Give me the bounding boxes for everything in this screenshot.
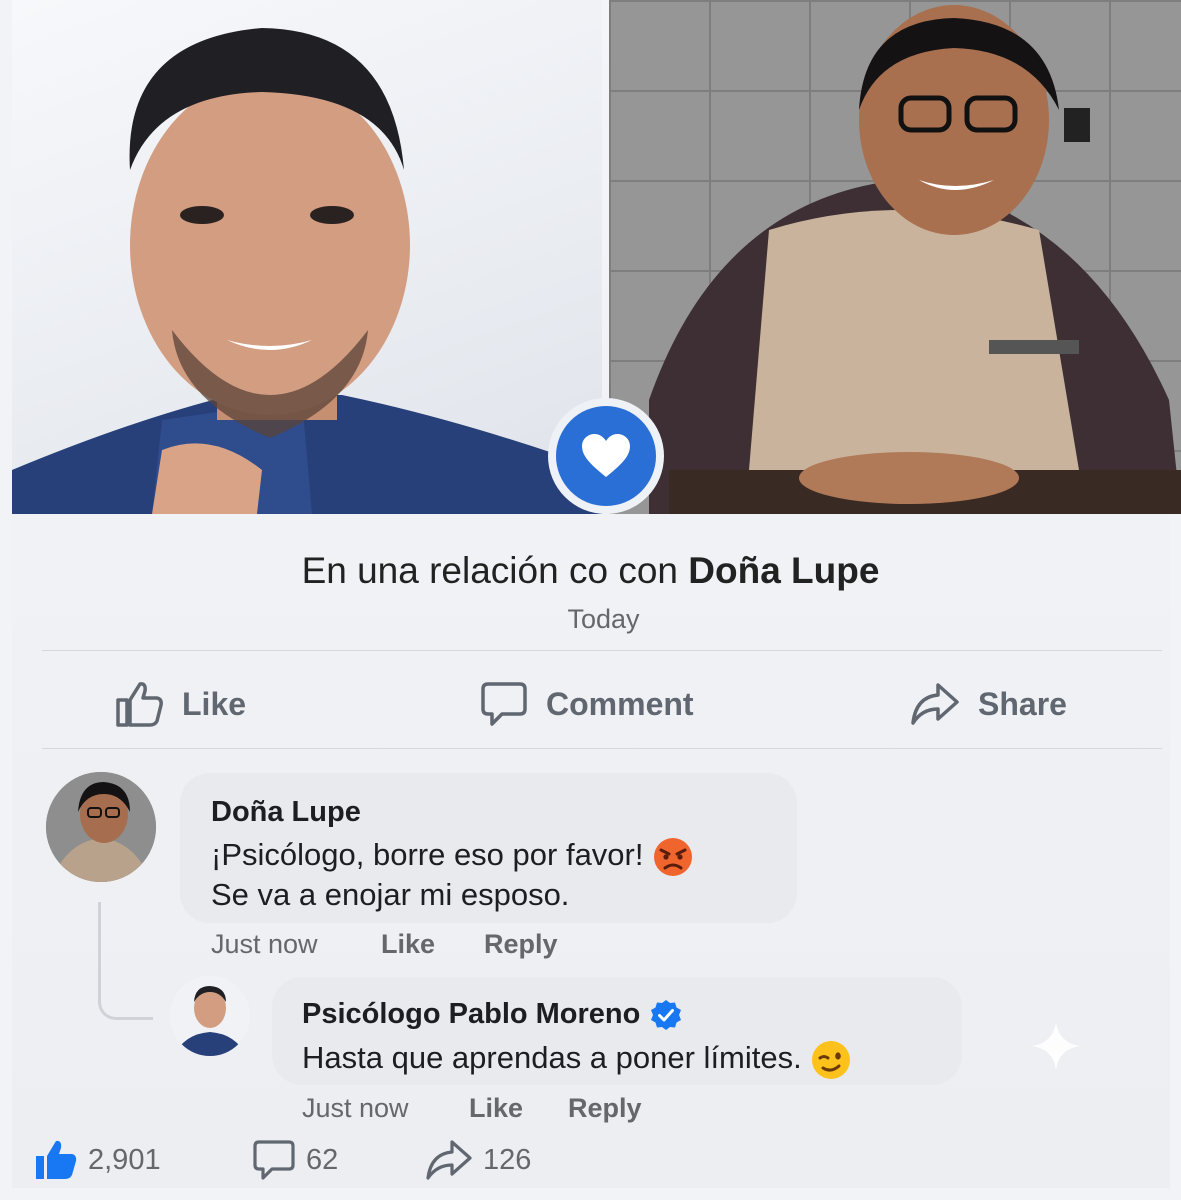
reply-time: Just now bbox=[302, 1093, 409, 1123]
share-icon bbox=[426, 1140, 472, 1180]
share-label: Share bbox=[978, 685, 1067, 722]
post-date: Today bbox=[567, 604, 640, 634]
status-prefix: En una relación co con bbox=[301, 550, 689, 591]
comment-text: ¡Psicólogo, borre eso por favor! bbox=[211, 837, 644, 872]
comment-author[interactable]: Doña Lupe bbox=[211, 796, 361, 829]
share-icon bbox=[911, 683, 959, 725]
comment-button[interactable]: Comment bbox=[480, 668, 694, 740]
reply-thread-line bbox=[98, 902, 153, 1020]
comment-text: Se va a enojar mi esposo. bbox=[211, 877, 570, 912]
heart-icon bbox=[582, 434, 630, 477]
wink-emoji-icon bbox=[812, 1040, 851, 1079]
comment-icon bbox=[481, 682, 527, 726]
shares-stat[interactable]: 126 bbox=[425, 1130, 531, 1190]
reply-like-button[interactable]: Like bbox=[469, 1093, 523, 1124]
avatar-dona-lupe[interactable] bbox=[46, 772, 156, 882]
reply-text-line: Hasta que aprendas a poner límites. bbox=[302, 1037, 852, 1081]
reply-text: Hasta que aprendas a poner límites. bbox=[302, 1040, 802, 1075]
likes-count: 2,901 bbox=[88, 1143, 161, 1176]
reply-author[interactable]: Psicólogo Pablo Moreno bbox=[302, 998, 640, 1031]
likes-stat[interactable]: 2,901 bbox=[34, 1130, 161, 1190]
sparkle-icon bbox=[1032, 1022, 1080, 1070]
status-person-link[interactable]: Doña Lupe bbox=[688, 550, 879, 591]
comment-time: Just now bbox=[211, 929, 318, 959]
comment-icon bbox=[253, 1140, 295, 1180]
angry-emoji-icon bbox=[654, 837, 693, 876]
relationship-heart-badge bbox=[548, 398, 664, 514]
share-button[interactable]: Share bbox=[910, 668, 1067, 740]
woman-photo bbox=[609, 0, 1181, 514]
like-label: Like bbox=[182, 685, 247, 722]
like-button[interactable]: Like bbox=[114, 668, 246, 740]
comment-text-line: ¡Psicólogo, borre eso por favor! bbox=[211, 834, 694, 878]
man-photo bbox=[12, 0, 602, 514]
shares-count: 126 bbox=[483, 1143, 532, 1176]
comments-count: 62 bbox=[306, 1143, 339, 1176]
comment-like-button[interactable]: Like bbox=[381, 929, 435, 960]
divider bbox=[42, 650, 1162, 651]
verified-icon bbox=[651, 999, 682, 1030]
thumbs-up-icon bbox=[116, 682, 163, 727]
avatar-pablo-moreno[interactable] bbox=[170, 976, 250, 1056]
action-bar: Like Comment Share bbox=[0, 668, 1181, 740]
reply-reply-button[interactable]: Reply bbox=[568, 1093, 642, 1124]
divider bbox=[42, 748, 1162, 749]
reply-author-row: Psicólogo Pablo Moreno bbox=[302, 998, 682, 1031]
comments-stat[interactable]: 62 bbox=[252, 1130, 338, 1190]
comment-label: Comment bbox=[546, 685, 694, 722]
relationship-status: En una relación co con Doña Lupe bbox=[0, 550, 1181, 592]
comment-reply-button[interactable]: Reply bbox=[484, 929, 558, 960]
thumbs-up-icon bbox=[36, 1140, 77, 1179]
